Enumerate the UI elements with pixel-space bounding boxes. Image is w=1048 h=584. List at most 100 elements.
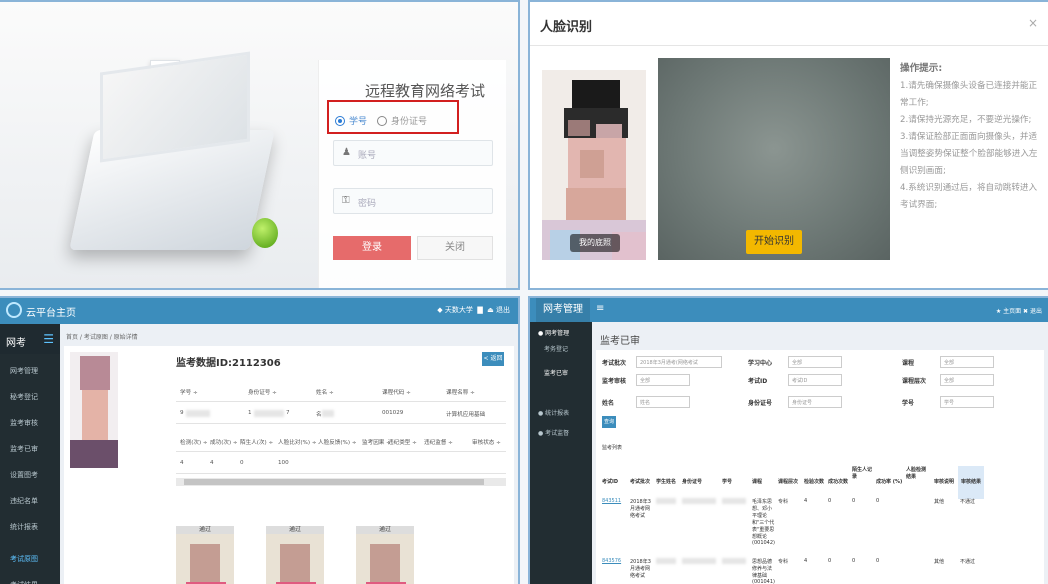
- tip-3: 3.请保证脸部正面面向摄像头，并适当调整姿势保证整个脸部能够进入左侧识别画面;: [900, 132, 1038, 176]
- sidebar-item-exam-management[interactable]: 网考管理: [0, 358, 60, 384]
- col-level[interactable]: 课程层次: [778, 478, 798, 485]
- col-violation-type[interactable]: 违纪类型 ÷: [388, 438, 417, 446]
- col-student-no[interactable]: 学号: [722, 478, 732, 485]
- col-stranger[interactable]: 陌生人(次) ÷: [240, 438, 273, 446]
- col-audit-result[interactable]: 审核结果: [958, 466, 985, 499]
- sidebar-item-reports[interactable]: 统计报表: [0, 514, 60, 540]
- cell-success: 4: [210, 460, 214, 466]
- apple-illustration: [252, 218, 278, 248]
- sidebar-item-audited[interactable]: 监考已审: [0, 436, 60, 462]
- cell-student-no: 9: [180, 410, 184, 416]
- main-content: 监考已审 考试批次 2018年3月通考(网络考试 学习中心 全部 课程 全部 监…: [592, 322, 1048, 584]
- exam-batch-label: 考试批次: [602, 360, 627, 367]
- student-no-input[interactable]: 学号: [940, 396, 994, 408]
- col-checks[interactable]: 检验次数: [804, 478, 824, 485]
- horizontal-scrollbar[interactable]: [176, 478, 506, 486]
- col-student-name[interactable]: 学生姓名: [656, 478, 676, 485]
- sidebar-item-audit[interactable]: 监考审核: [0, 410, 60, 436]
- row2-course: 思想品德修养与法律基础(001041): [752, 559, 775, 584]
- status-select[interactable]: 全部: [636, 374, 690, 386]
- row1-level: 专科: [778, 499, 789, 505]
- student-id-radio[interactable]: [335, 116, 345, 126]
- col-student-no[interactable]: 学号 ÷: [180, 388, 198, 396]
- col-course[interactable]: 课程: [752, 478, 762, 485]
- school-link[interactable]: ◆ 天数大学: [437, 306, 473, 314]
- name-label: 姓名: [602, 400, 615, 407]
- brand[interactable]: 云平台主页: [26, 304, 76, 319]
- row1-idcard-redacted: [682, 498, 716, 504]
- col-idcard[interactable]: 身份证号: [682, 478, 702, 485]
- level-label: 课程层次: [902, 378, 927, 385]
- col-cause[interactable]: 监考因果 ÷: [362, 438, 391, 446]
- center-select[interactable]: 全部: [788, 356, 842, 368]
- col-success[interactable]: 成功(次) ÷: [210, 438, 238, 446]
- col-success[interactable]: 成功次数: [828, 478, 848, 485]
- top-bar: 云平台主页 ◆ 天数大学 ▇ ⏏ 退出: [0, 298, 518, 324]
- thumbnail-label: 通过: [176, 526, 234, 534]
- col-idcard[interactable]: 身份证号 ÷: [248, 388, 277, 396]
- row2-exam-id-link[interactable]: 843576: [602, 558, 621, 564]
- stats-table: 检测(次) ÷ 成功(次) ÷ 陌生人(次) ÷ 人脸比对(%) ÷ 人脸反馈(…: [176, 430, 506, 486]
- menu-toggle-icon[interactable]: ☰: [43, 332, 54, 346]
- row2-result: 不通过: [960, 559, 976, 565]
- col-audit-note[interactable]: 审核说明: [934, 478, 954, 485]
- brand[interactable]: 网考管理: [536, 298, 590, 322]
- col-batch[interactable]: 考试批次: [630, 478, 650, 485]
- name-input[interactable]: 姓名: [636, 396, 690, 408]
- col-face-feedback[interactable]: 人脸反馈(%) ÷: [318, 438, 357, 446]
- sidebar-item-audited[interactable]: 监考已审: [530, 368, 592, 377]
- idcard-input[interactable]: 身份证号: [788, 396, 842, 408]
- thumbnail-label: 通过: [356, 526, 414, 534]
- col-course-name[interactable]: 课程名称 ÷: [446, 388, 475, 396]
- query-button[interactable]: 查询: [602, 416, 616, 428]
- student-id-label: 学号: [349, 117, 368, 127]
- top-right-links[interactable]: ★ 主页面 ✖ 退出: [996, 306, 1042, 315]
- password-input[interactable]: ⚿ 密码: [333, 188, 493, 214]
- login-button[interactable]: 登录: [333, 236, 411, 260]
- col-audit-status[interactable]: 审核状态 ÷: [472, 438, 501, 446]
- sidebar-item-results[interactable]: 考试结果: [0, 572, 60, 584]
- sidebar-item-register[interactable]: 考务登记: [530, 344, 592, 353]
- start-recognition-button[interactable]: 开始识别: [746, 230, 802, 254]
- close-button[interactable]: 关闭: [417, 236, 493, 260]
- exit-link[interactable]: ⏏ 退出: [487, 306, 510, 314]
- my-photo-button[interactable]: 我的底照: [570, 234, 620, 252]
- operation-tips: 操作提示: 1.请先确保摄像头设备已连接并能正常工作; 2.请保持光源充足，不要…: [900, 60, 1040, 214]
- level-select[interactable]: 全部: [940, 374, 994, 386]
- exam-batch-select[interactable]: 2018年3月通考(网络考试: [636, 356, 722, 368]
- idcard-radio[interactable]: [377, 116, 387, 126]
- col-course-code[interactable]: 课程代码 ÷: [382, 388, 411, 396]
- col-violation-monitor[interactable]: 违纪监督 ÷: [424, 438, 453, 446]
- student-photo: [70, 352, 118, 468]
- col-name[interactable]: 姓名 ÷: [316, 388, 334, 396]
- close-icon[interactable]: ×: [1028, 16, 1038, 30]
- sidebar-item-exam-photos[interactable]: 考试原图: [0, 546, 60, 572]
- col-face-compare[interactable]: 人脸比对(%) ÷: [278, 438, 317, 446]
- sidebar-item-register[interactable]: 秘考登记: [0, 384, 60, 410]
- account-input[interactable]: ♟ 账号: [333, 140, 493, 166]
- menu-icon[interactable]: ≡: [596, 303, 604, 314]
- user-avatar-icon[interactable]: ▇: [477, 306, 482, 314]
- course-select[interactable]: 全部: [940, 356, 994, 368]
- row1-success: 0: [828, 498, 832, 504]
- capture-thumbnail[interactable]: 通过: [176, 526, 234, 584]
- sidebar-item-exam-management[interactable]: ● 网考管理: [530, 328, 592, 337]
- col-checks[interactable]: 检测(次) ÷: [180, 438, 208, 446]
- reference-photo: [542, 70, 646, 260]
- breadcrumb: 首页 / 考试原图 / 原始详情: [66, 334, 138, 341]
- capture-thumbnail[interactable]: 通过: [266, 526, 324, 584]
- sidebar-item-exam-monitor[interactable]: ● 考试监督: [530, 428, 592, 437]
- sidebar-item-settings[interactable]: 设置图考: [0, 462, 60, 488]
- sidebar-item-blacklist[interactable]: 违纪名单: [0, 488, 60, 514]
- row1-batch: 2018年3月通考网络考试: [630, 499, 651, 519]
- col-face-result[interactable]: 人脸检测结果: [906, 466, 930, 480]
- capture-thumbnail[interactable]: 通过: [356, 526, 414, 584]
- col-exam-id[interactable]: 考试ID: [602, 478, 618, 485]
- cell-course-code: 001029: [382, 410, 404, 416]
- row1-exam-id-link[interactable]: 843511: [602, 498, 621, 504]
- back-button[interactable]: < 返回: [482, 352, 504, 366]
- sidebar-item-reports[interactable]: ● 统计报表: [530, 408, 592, 417]
- col-stranger[interactable]: 陌生人记录: [852, 466, 874, 480]
- exam-id-input[interactable]: 考试ID: [788, 374, 842, 386]
- col-rate[interactable]: 成功率 (%): [876, 478, 902, 485]
